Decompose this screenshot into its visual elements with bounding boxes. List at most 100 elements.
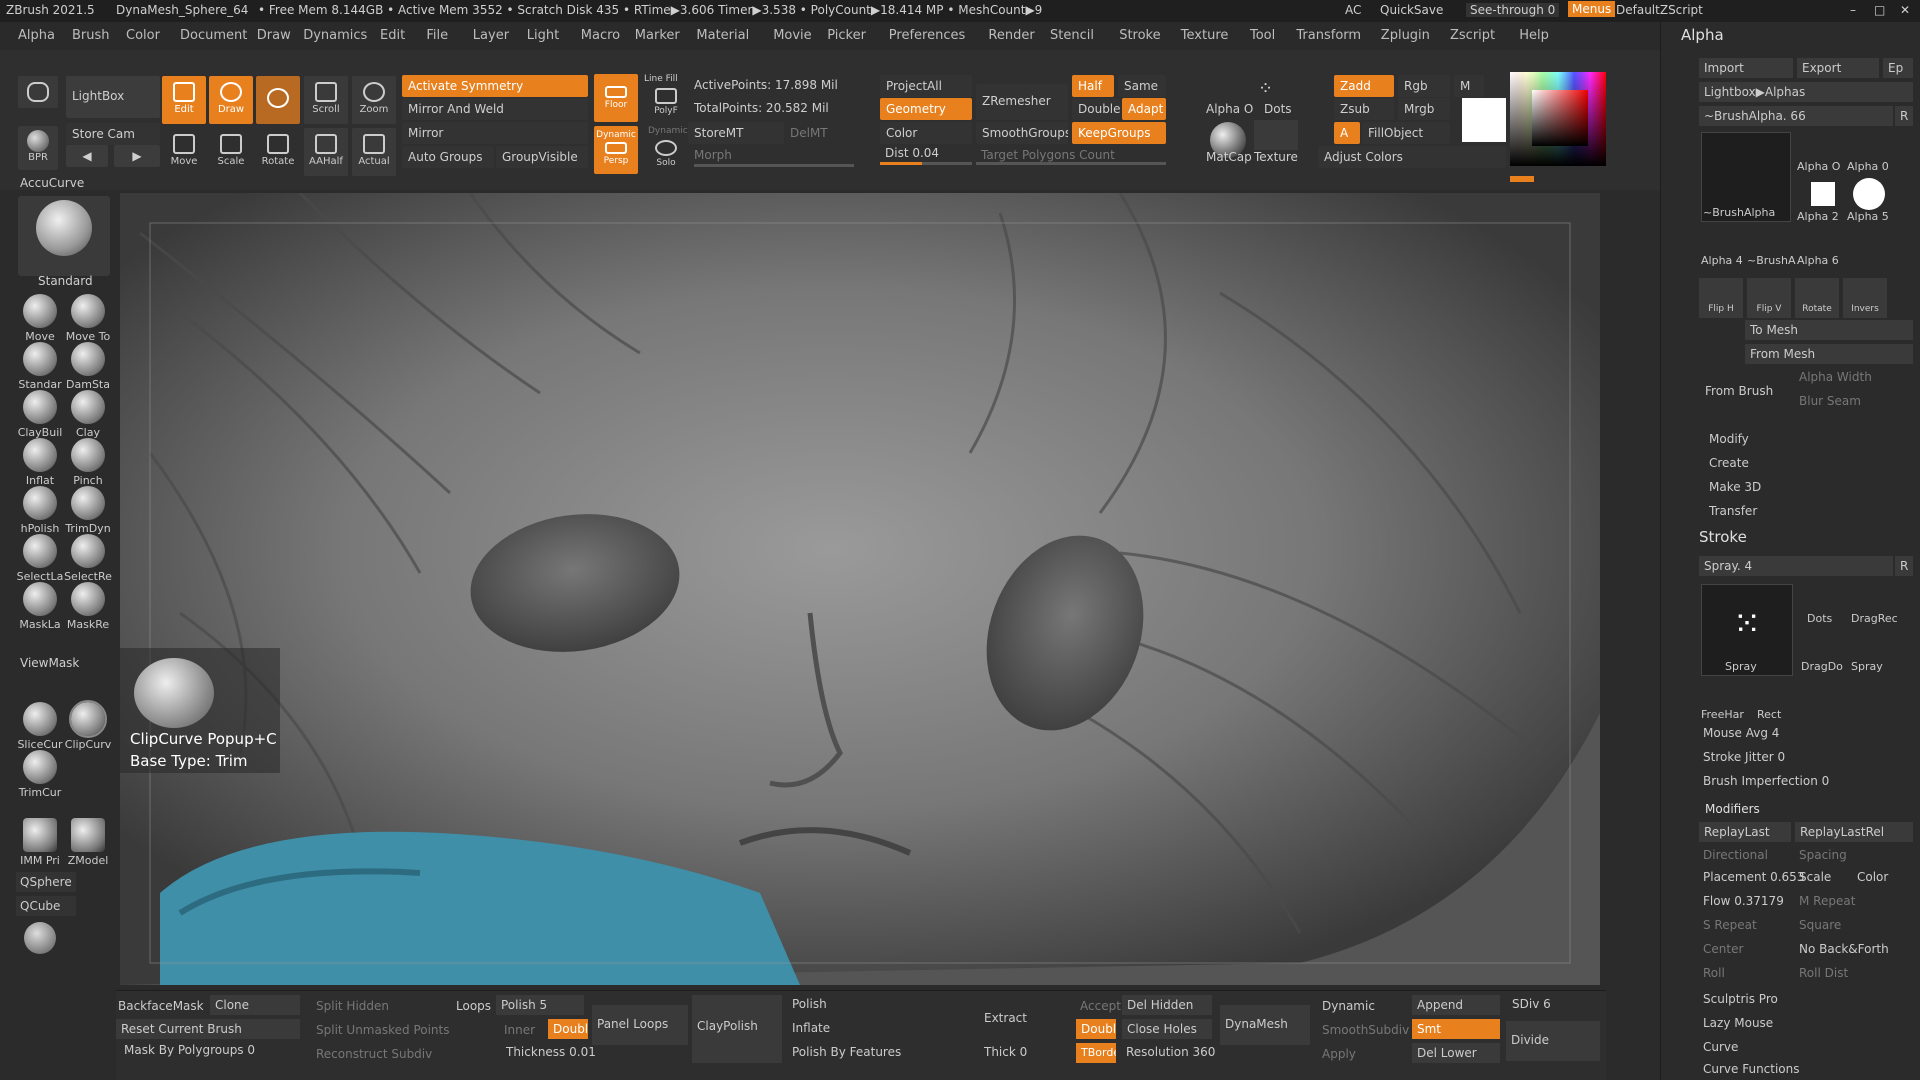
create-subpalette[interactable]: Create	[1709, 456, 1749, 470]
menu-color[interactable]: Color	[126, 28, 160, 43]
brush-inflat[interactable]: Inflat	[16, 438, 64, 487]
replaylast-button[interactable]: ReplayLast	[1699, 822, 1791, 842]
zremesher-button[interactable]: ZRemesher	[976, 84, 1068, 120]
persp-button[interactable]: Dynamic Persp	[594, 126, 638, 174]
blur-seam-slider[interactable]: Blur Seam	[1799, 394, 1861, 408]
menu-light[interactable]: Light	[527, 28, 559, 43]
delmt-button[interactable]: DelMT	[790, 126, 828, 140]
sdiv-slider[interactable]: SDiv 6	[1512, 997, 1551, 1011]
s-repeat-slider[interactable]: S Repeat	[1703, 918, 1757, 932]
bpr-button[interactable]: BPR	[18, 126, 58, 170]
sphere-icon[interactable]	[24, 922, 56, 954]
dynamesh-button[interactable]: DynaMesh	[1220, 1005, 1310, 1045]
alpha-palette-title[interactable]: Alpha	[1681, 26, 1724, 44]
alpha-thumb-5[interactable]: Alpha 4	[1701, 254, 1743, 267]
menu-transform[interactable]: Transform	[1296, 28, 1361, 43]
m-repeat-slider[interactable]: M Repeat	[1799, 894, 1855, 908]
geometry-button[interactable]: Geometry	[880, 98, 972, 120]
lightbox-button[interactable]: LightBox	[66, 76, 160, 118]
quicksave-button[interactable]: QuickSave	[1380, 3, 1443, 17]
make-3d-subpalette[interactable]: Make 3D	[1709, 480, 1761, 494]
scale-slider[interactable]: Scale	[1799, 870, 1831, 884]
material-sphere-icon[interactable]	[256, 76, 300, 124]
menu-draw[interactable]: Draw	[257, 28, 291, 43]
mask-by-polygroups-slider[interactable]: Mask By Polygroups 0	[124, 1043, 255, 1057]
double-button[interactable]: Double	[1072, 98, 1120, 120]
target-polygons-slider[interactable]: Target Polygons Count	[981, 148, 1115, 162]
brush-maskla[interactable]: MaskLa	[16, 582, 64, 631]
alpha-export-button[interactable]: Export	[1797, 58, 1879, 78]
invers-button[interactable]: Invers	[1843, 278, 1887, 318]
rotate-button[interactable]: Rotate	[256, 128, 300, 176]
smoothgroups-button[interactable]: SmoothGroups	[976, 122, 1068, 144]
menu-file[interactable]: File	[426, 28, 448, 43]
morph-slider[interactable]: Morph	[694, 148, 732, 162]
projectall-button[interactable]: ProjectAll	[880, 75, 972, 97]
menu-movie[interactable]: Movie	[773, 28, 811, 43]
alpha-thumb-0[interactable]: ~BrushAlpha	[1703, 206, 1775, 219]
claypolish-button[interactable]: ClayPolish	[692, 995, 782, 1063]
reset-current-brush-button[interactable]: Reset Current Brush	[116, 1019, 300, 1039]
menus-toggle[interactable]: Menus	[1568, 1, 1616, 17]
minimize-icon[interactable]: –	[1850, 3, 1856, 17]
stroke-color-slider[interactable]: Color	[1857, 870, 1888, 884]
roll-dist-slider[interactable]: Roll Dist	[1799, 966, 1848, 980]
qsphere-button[interactable]: QSphere	[16, 872, 76, 892]
menu-material[interactable]: Material	[696, 28, 749, 43]
alpha-ep-button[interactable]: Ep	[1883, 58, 1913, 78]
mrgb-button[interactable]: Mrgb	[1398, 98, 1450, 120]
alpha-width-slider[interactable]: Alpha Width	[1799, 370, 1872, 384]
stroke-thumb-2[interactable]: DragRec	[1851, 612, 1898, 625]
brush-trimdyn[interactable]: TrimDyn	[64, 486, 112, 535]
stroke-thumb-4[interactable]: Spray	[1851, 660, 1883, 673]
lightbox-alphas-button[interactable]: Lightbox▶Alphas	[1699, 82, 1913, 102]
brush-maskre[interactable]: MaskRe	[64, 582, 112, 631]
brush-standar[interactable]: Standar	[16, 342, 64, 391]
tborder-button[interactable]: TBorder	[1076, 1043, 1116, 1063]
resolution-slider[interactable]: Resolution 360	[1126, 1045, 1215, 1059]
mirror-button[interactable]: Mirror	[402, 122, 588, 144]
center-toggle[interactable]: Center	[1703, 942, 1743, 956]
inner-toggle[interactable]: Inner	[504, 1023, 535, 1037]
ac-button[interactable]: AC	[1345, 3, 1361, 17]
keepgroups-button[interactable]: KeepGroups	[1072, 122, 1166, 144]
menu-zplugin[interactable]: Zplugin	[1381, 28, 1430, 43]
zsub-button[interactable]: Zsub	[1334, 98, 1394, 120]
brush-move[interactable]: Move	[16, 294, 64, 343]
stroke-jitter-slider[interactable]: Stroke Jitter 0	[1703, 750, 1785, 764]
half-button[interactable]: Half	[1072, 75, 1114, 97]
polyf-button[interactable]: PolyF	[644, 84, 688, 122]
extract-button[interactable]: Extract	[984, 1011, 1027, 1025]
scroll-button[interactable]: Scroll	[304, 76, 348, 124]
accept-button[interactable]: Accept	[1080, 999, 1121, 1013]
solo-button[interactable]: Solo	[644, 136, 688, 174]
rgb-button[interactable]: Rgb	[1398, 75, 1450, 97]
no-back-forth-toggle[interactable]: No Back&Forth	[1799, 942, 1889, 956]
polish-slider[interactable]: Polish	[792, 997, 827, 1011]
square-toggle[interactable]: Square	[1799, 918, 1841, 932]
a-button[interactable]: A	[1334, 122, 1360, 144]
dots-stroke-label[interactable]: Dots	[1264, 102, 1292, 116]
dist-slider[interactable]: Dist 0.04	[885, 146, 939, 160]
loops-toggle[interactable]: Loops	[456, 999, 491, 1013]
modifiers-subpalette[interactable]: Modifiers	[1705, 802, 1760, 816]
brush-damsta[interactable]: DamSta	[64, 342, 112, 391]
curve-subpalette[interactable]: Curve	[1703, 1040, 1738, 1054]
clone-button[interactable]: Clone	[210, 995, 300, 1015]
brush-claybuil[interactable]: ClayBuil	[16, 390, 64, 439]
color-picker[interactable]	[1510, 72, 1606, 166]
adjust-colors-button[interactable]: Adjust Colors	[1318, 146, 1506, 168]
thickness-slider[interactable]: Thickness 0.01	[506, 1045, 596, 1059]
menu-dynamics[interactable]: Dynamics	[303, 28, 367, 43]
from-mesh-button[interactable]: From Mesh	[1745, 344, 1913, 364]
document-canvas[interactable]: ClipCurve Popup+C Base Type: Trim	[120, 193, 1600, 985]
dist-slider-track[interactable]	[880, 162, 972, 165]
white-circle-alpha-icon[interactable]	[1853, 178, 1885, 210]
zadd-button[interactable]: Zadd	[1334, 75, 1394, 97]
same-button[interactable]: Same	[1118, 75, 1166, 97]
menu-preferences[interactable]: Preferences	[889, 28, 965, 43]
target-polygons-slider-track[interactable]	[976, 162, 1166, 165]
white-square-alpha-icon[interactable]	[1811, 182, 1835, 206]
stroke-thumb-6[interactable]: Rect	[1757, 708, 1781, 721]
alpha-thumb-6[interactable]: ~BrushA	[1747, 254, 1796, 267]
